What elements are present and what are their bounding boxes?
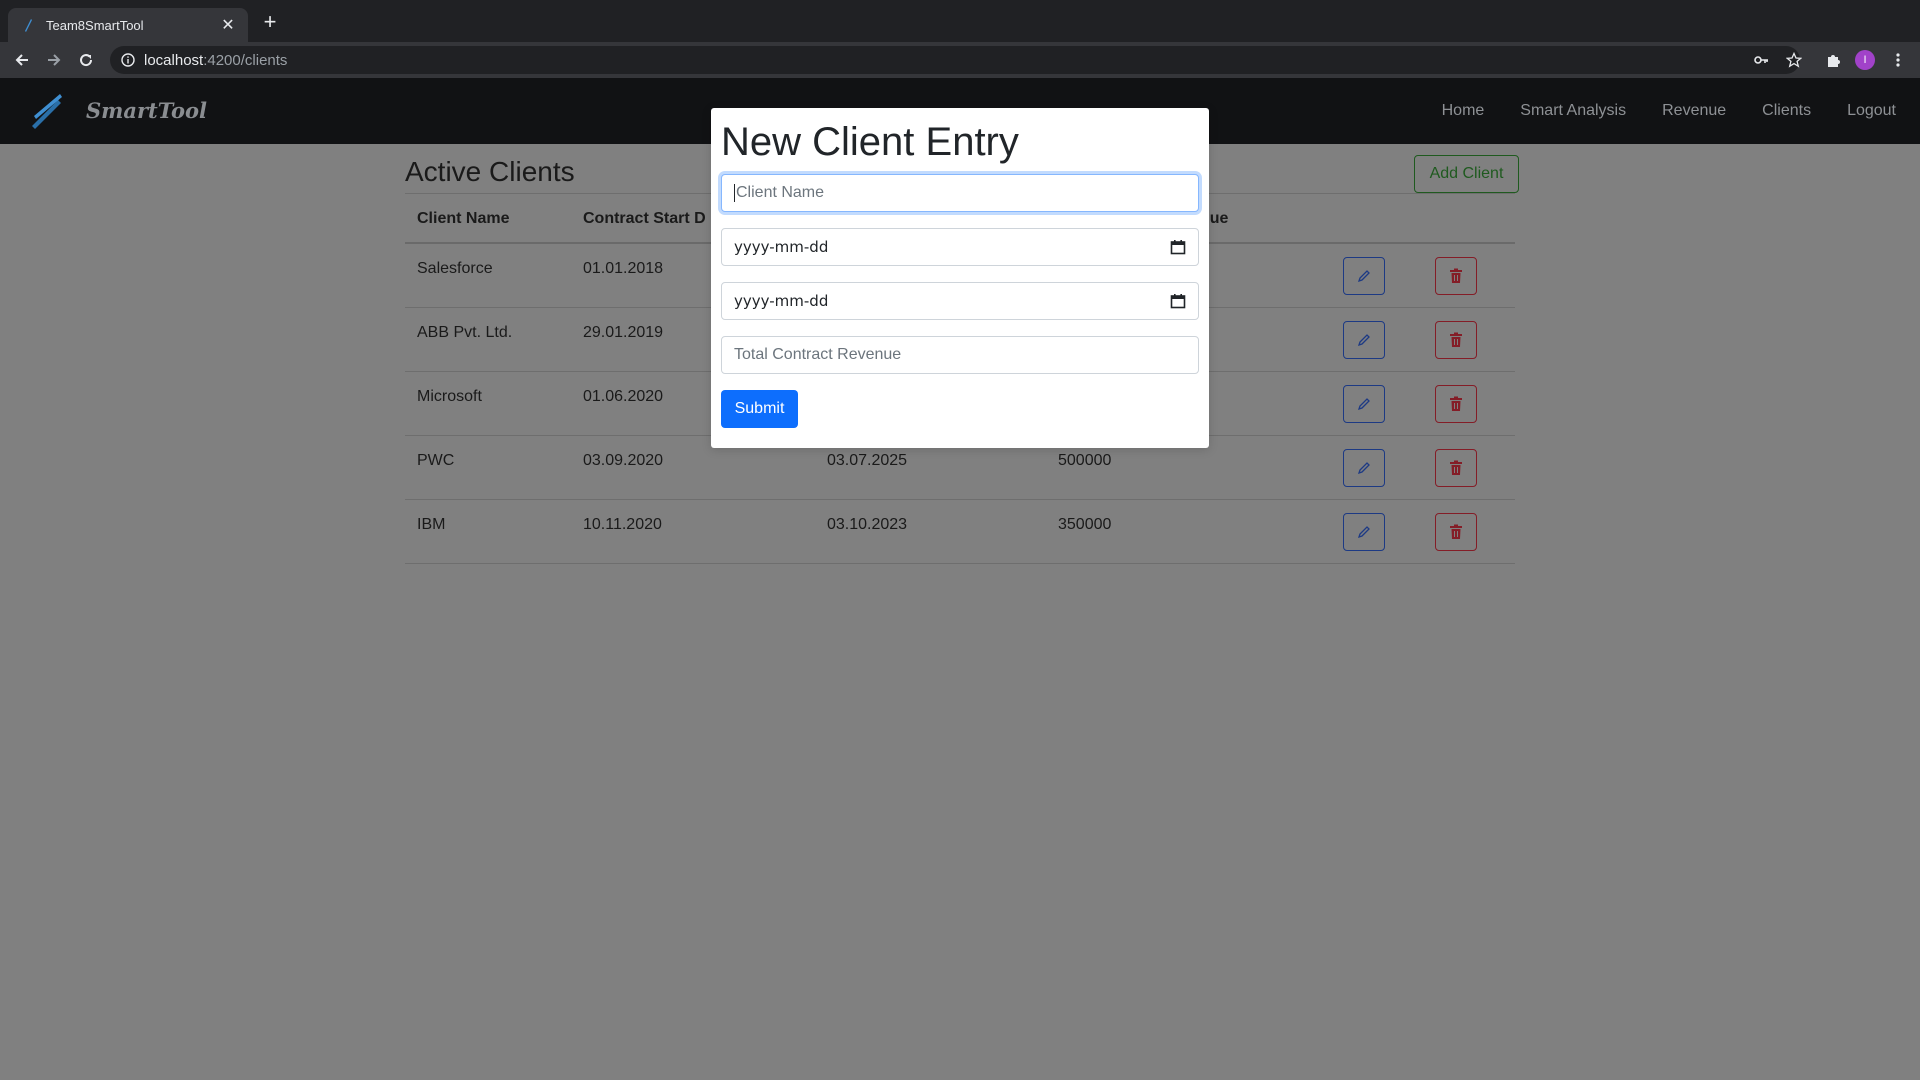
address-bar[interactable]: localhost:4200/clients <box>110 46 1800 74</box>
submit-button[interactable]: Submit <box>721 390 798 428</box>
delete-button[interactable] <box>1435 513 1477 551</box>
cell-end-date: 03.07.2025 <box>827 452 908 469</box>
smarttool-logo-icon[interactable] <box>28 92 68 130</box>
text-caret <box>734 184 735 202</box>
cell-client-name: ABB Pvt. Ltd. <box>417 324 513 341</box>
trash-icon <box>1450 396 1462 411</box>
trash-icon <box>1450 332 1462 347</box>
brand-name[interactable]: SmartTool <box>86 98 207 123</box>
pencil-icon <box>1357 334 1370 347</box>
bookmark-star-icon[interactable] <box>1783 49 1805 71</box>
site-info-icon[interactable] <box>118 50 138 70</box>
cell-start-date: 29.01.2019 <box>583 324 664 341</box>
nav-revenue[interactable]: Revenue <box>1662 102 1726 120</box>
cell-client-name: Microsoft <box>417 388 482 405</box>
browser-tab-strip: Team8SmartTool ✕ + <box>0 0 1920 42</box>
cell-revenue: 350000 <box>1058 516 1112 533</box>
pencil-icon <box>1357 526 1370 539</box>
edit-button[interactable] <box>1343 513 1385 551</box>
delete-button[interactable] <box>1435 257 1477 295</box>
nav-home[interactable]: Home <box>1442 102 1485 120</box>
close-tab-icon[interactable]: ✕ <box>220 15 236 35</box>
app-favicon-icon <box>20 17 36 33</box>
revenue-placeholder: Total Contract Revenue <box>734 346 902 363</box>
cell-client-name: Salesforce <box>417 260 493 277</box>
cell-start-date: 03.09.2020 <box>583 452 664 469</box>
pencil-icon <box>1357 270 1370 283</box>
url-path: :4200/clients <box>203 51 288 69</box>
cell-revenue: 500000 <box>1058 452 1112 469</box>
trash-icon <box>1450 524 1462 539</box>
browser-toolbar: localhost:4200/clients I <box>0 42 1920 78</box>
pencil-icon <box>1357 462 1370 475</box>
calendar-icon[interactable] <box>1170 293 1186 309</box>
end-date-placeholder: yyyy-mm-dd <box>734 292 829 310</box>
forward-arrow-icon[interactable] <box>42 48 66 72</box>
reload-icon[interactable] <box>74 48 98 72</box>
table-row: IBM 10.11.2020 03.10.2023 350000 <box>405 500 1515 564</box>
profile-avatar[interactable]: I <box>1855 50 1875 70</box>
edit-button[interactable] <box>1343 449 1385 487</box>
start-date-input[interactable]: yyyy-mm-dd <box>721 228 1199 266</box>
nav-clients[interactable]: Clients <box>1762 102 1811 120</box>
new-tab-icon[interactable]: + <box>258 11 282 35</box>
pencil-icon <box>1357 398 1370 411</box>
delete-button[interactable] <box>1435 449 1477 487</box>
client-name-input[interactable]: Client Name <box>721 174 1199 212</box>
nav-smart-analysis[interactable]: Smart Analysis <box>1520 102 1626 120</box>
modal-title: New Client Entry <box>721 120 1019 164</box>
client-name-placeholder: Client Name <box>736 184 825 201</box>
cell-client-name: IBM <box>417 516 446 533</box>
edit-button[interactable] <box>1343 257 1385 295</box>
start-date-placeholder: yyyy-mm-dd <box>734 238 829 256</box>
col-contract-start: Contract Start D <box>583 210 706 227</box>
cell-start-date: 01.06.2020 <box>583 388 664 405</box>
end-date-input[interactable]: yyyy-mm-dd <box>721 282 1199 320</box>
delete-button[interactable] <box>1435 385 1477 423</box>
browser-menu-icon[interactable] <box>1888 50 1908 70</box>
edit-button[interactable] <box>1343 321 1385 359</box>
edit-button[interactable] <box>1343 385 1385 423</box>
nav-logout[interactable]: Logout <box>1847 102 1896 120</box>
cell-end-date: 03.10.2023 <box>827 516 908 533</box>
cell-client-name: PWC <box>417 452 455 469</box>
back-arrow-icon[interactable] <box>10 48 34 72</box>
nav-links: Home Smart Analysis Revenue Clients Logo… <box>1406 78 1896 144</box>
cell-start-date: 01.01.2018 <box>583 260 664 277</box>
tab-title: Team8SmartTool <box>46 17 144 33</box>
extensions-puzzle-icon[interactable] <box>1822 49 1844 71</box>
calendar-icon[interactable] <box>1170 239 1186 255</box>
url-host: localhost <box>144 51 204 69</box>
page-title: Active Clients <box>405 156 575 187</box>
revenue-input[interactable]: Total Contract Revenue <box>721 336 1199 374</box>
delete-button[interactable] <box>1435 321 1477 359</box>
browser-tab[interactable]: Team8SmartTool ✕ <box>8 8 248 42</box>
trash-icon <box>1450 268 1462 283</box>
key-icon[interactable] <box>1750 49 1772 71</box>
col-client-name: Client Name <box>417 210 510 227</box>
new-client-modal: New Client Entry Client Name yyyy-mm-dd … <box>711 108 1209 448</box>
trash-icon <box>1450 460 1462 475</box>
cell-start-date: 10.11.2020 <box>583 516 662 533</box>
add-client-button[interactable]: Add Client <box>1414 155 1519 193</box>
